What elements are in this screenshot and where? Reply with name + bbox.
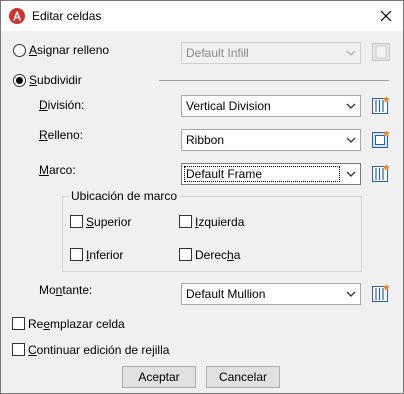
fill-label: Relleno: <box>39 128 84 142</box>
mullion-style-icon[interactable] <box>371 283 391 303</box>
assign-fill-select[interactable]: Default Infill <box>181 42 361 64</box>
replace-cell-label: Reemplazar celda <box>28 317 125 331</box>
assign-fill-value: Default Infill <box>186 46 249 60</box>
chevron-down-icon <box>346 291 356 297</box>
continue-edit-label: Continuar edición de rejilla <box>28 343 170 357</box>
window-title: Editar celdas <box>32 9 102 23</box>
fill-select[interactable]: Ribbon <box>181 129 361 151</box>
division-select[interactable]: Vertical Division <box>181 95 361 117</box>
subdivide-radio[interactable] <box>13 74 26 87</box>
top-checkbox[interactable] <box>70 215 83 228</box>
frame-value: Default Frame <box>186 167 263 181</box>
division-value: Vertical Division <box>186 99 271 113</box>
assign-fill-label: Asignar relleno <box>29 43 110 57</box>
assign-fill-radio[interactable] <box>13 44 26 57</box>
frame-location-title: Ubicación de marco <box>68 189 181 203</box>
mullion-select[interactable]: Default Mullion <box>181 283 361 305</box>
close-button[interactable] <box>375 5 397 27</box>
replace-cell-checkbox[interactable] <box>12 317 25 330</box>
division-label: División: <box>39 98 85 112</box>
cancel-button[interactable]: Cancelar <box>206 366 280 388</box>
left-checkbox[interactable] <box>179 215 192 228</box>
mullion-label: Montante: <box>39 283 93 297</box>
infill-style-icon[interactable] <box>371 129 391 149</box>
subdivide-label: Subdividir <box>29 73 82 87</box>
right-checkbox[interactable] <box>179 248 192 261</box>
frame-label: Marco: <box>39 163 76 177</box>
edit-cells-dialog: Editar celdas Asignar relleno Default In… <box>0 0 404 394</box>
bottom-checkbox[interactable] <box>70 248 83 261</box>
title-bar: Editar celdas <box>1 1 403 31</box>
frame-style-icon[interactable] <box>371 163 391 183</box>
chevron-down-icon <box>346 50 356 56</box>
frame-select[interactable]: Default Frame <box>181 163 361 185</box>
top-label: Superior <box>86 215 132 229</box>
infill-style-icon[interactable] <box>371 42 391 62</box>
division-style-icon[interactable] <box>371 95 391 115</box>
continue-edit-checkbox[interactable] <box>12 343 25 356</box>
fill-value: Ribbon <box>186 133 225 147</box>
bottom-label: Inferior <box>86 248 124 262</box>
chevron-down-icon <box>346 103 356 109</box>
ok-button[interactable]: Aceptar <box>122 366 196 388</box>
right-label: Derecha <box>195 248 241 262</box>
autocad-logo-icon <box>9 8 25 24</box>
left-label: Izquierda <box>195 215 245 229</box>
close-icon <box>380 10 392 22</box>
separator <box>159 80 389 81</box>
chevron-down-icon <box>346 171 356 177</box>
chevron-down-icon <box>346 137 356 143</box>
mullion-value: Default Mullion <box>186 287 266 301</box>
